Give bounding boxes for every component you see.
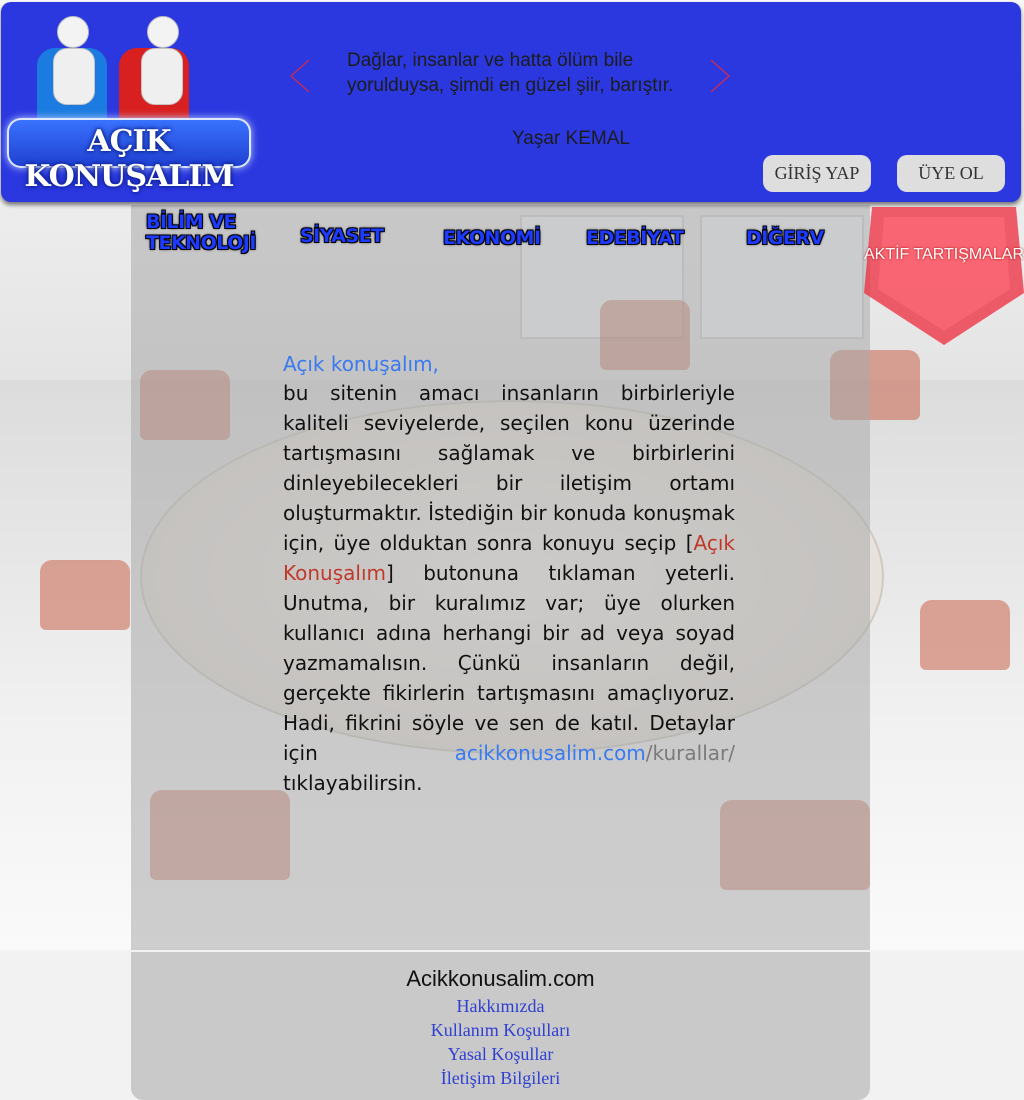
quote-next-button[interactable] (707, 58, 733, 94)
quote-text: Dağlar, insanlar ve hatta ölüm bile yoru… (347, 50, 674, 96)
active-discussions-button[interactable]: AKTİF TARTIŞMALAR (862, 205, 1024, 347)
footer-link-contact[interactable]: İletişim Bilgileri (131, 1066, 870, 1090)
background-chair (40, 560, 130, 630)
bracket-open: [ (685, 531, 694, 555)
nav-item-diger-label: DİĞER (746, 227, 810, 249)
site-logo[interactable]: AÇIK KONUŞALIM (7, 8, 252, 194)
chevron-right-icon (710, 59, 731, 93)
chevron-left-icon (289, 59, 310, 93)
active-discussions-label: AKTİF TARTIŞMALAR (863, 246, 1024, 263)
bracket-close: ] (385, 561, 394, 585)
rules-link-path: /ku­rallar/ (645, 741, 735, 765)
nav-item-bilim-ve-teknoloji[interactable]: BİLİM VE TEKNOLOJİ (146, 212, 276, 254)
nav-item-ekonomi[interactable]: EKONOMİ (443, 228, 541, 249)
logo-figure-body (53, 48, 95, 105)
signup-button[interactable]: ÜYE OL (897, 155, 1005, 192)
quote-prev-button[interactable] (287, 58, 313, 94)
intro-paragraph-2: butonuna tıklam­an yeterli. Unutma, bir … (283, 561, 735, 765)
logo-figure-head (147, 16, 179, 48)
site-header: AÇIK KONUŞALIM Dağlar, insanlar ve hatta… (1, 2, 1021, 202)
footer-site-name: Acikkonusalim.com (406, 966, 595, 991)
footer-link-terms-of-use[interactable]: Kullanım Koşulları (131, 1018, 870, 1042)
intro-heading: Açık konuşalım, (283, 352, 439, 376)
badge-shape-icon (864, 207, 1024, 345)
intro-text: Açık konuşalım, bu sitenin amacı insanla… (283, 350, 735, 798)
login-button[interactable]: GİRİŞ YAP (763, 155, 871, 192)
nav-item-diger[interactable]: DİĞERV (746, 228, 824, 249)
background-chair (920, 600, 1010, 670)
quote-author: Yaşar KEMAL (512, 128, 630, 149)
logo-text: AÇIK KONUŞALIM (24, 124, 234, 194)
intro-paragraph-1: bu sitenin amacı insanların birbirleriyl… (283, 381, 735, 555)
footer-link-about[interactable]: Hakkımızda (131, 994, 870, 1018)
nav-item-siyaset[interactable]: SİYASET (300, 226, 384, 247)
footer-link-legal[interactable]: Yasal Koşullar (131, 1042, 870, 1066)
logo-figure-body (141, 48, 183, 105)
logo-figure-head (57, 16, 89, 48)
chevron-down-icon: V (809, 227, 825, 249)
nav-item-edebiyat[interactable]: EDEBİYAT (586, 228, 684, 249)
site-footer: Acikkonusalim.com Hakkımızda Kullanım Ko… (131, 952, 870, 1100)
footer-links: Hakkımızda Kullanım Koşulları Yasal Koşu… (131, 994, 870, 1090)
rules-link-domain: acikkonusalim.com (454, 741, 646, 765)
intro-paragraph-3: tıklayabilirsin. (283, 771, 423, 795)
rules-link[interactable]: acikkonusalim.com/ku­rallar/ (455, 741, 735, 765)
